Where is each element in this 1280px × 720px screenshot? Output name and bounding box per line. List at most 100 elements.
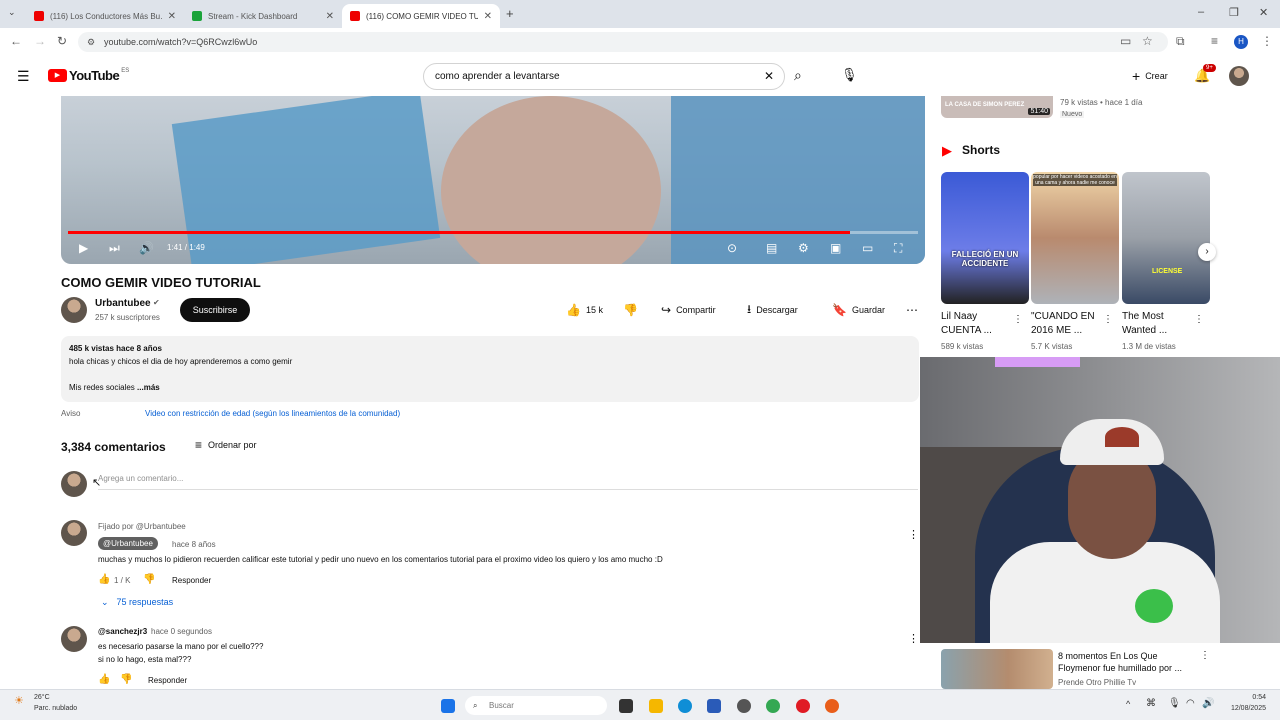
- dislike-button[interactable]: 👎: [623, 298, 638, 322]
- restore-icon[interactable]: ❐: [1229, 6, 1239, 19]
- progress-bar[interactable]: [68, 231, 918, 234]
- channel-avatar[interactable]: [61, 297, 87, 323]
- play-icon[interactable]: ▶: [79, 241, 88, 255]
- sort-button[interactable]: ≡ Ordenar por: [195, 438, 257, 452]
- show-more-link[interactable]: ...más: [137, 383, 160, 392]
- browser-menu-icon[interactable]: ⋮: [1261, 34, 1273, 48]
- task-view-icon[interactable]: [619, 699, 633, 713]
- video-thumbnail[interactable]: LA CASA DE SIMON PEREZ 51:40: [941, 96, 1053, 118]
- minimize-icon[interactable]: –: [1198, 6, 1204, 18]
- search-icon[interactable]: ⌕: [794, 67, 802, 84]
- short-menu-icon[interactable]: ⋮: [1013, 314, 1023, 325]
- add-comment-input[interactable]: Agrega un comentario...: [98, 474, 918, 490]
- commenter-avatar[interactable]: [61, 626, 87, 652]
- short-title[interactable]: The Most Wanted ...: [1122, 310, 1197, 338]
- close-tab-icon[interactable]: ✕: [326, 11, 334, 22]
- cast-icon[interactable]: ▭: [1120, 34, 1131, 48]
- miniplayer-icon[interactable]: ▣: [830, 241, 841, 255]
- bookmark-star-icon[interactable]: ☆: [1142, 34, 1153, 48]
- short-title[interactable]: "CUANDO EN 2016 ME ...: [1031, 310, 1106, 338]
- theater-mode-icon[interactable]: ▭: [862, 241, 873, 255]
- next-icon[interactable]: ⏭: [109, 241, 120, 256]
- short-menu-icon[interactable]: ⋮: [1103, 314, 1113, 325]
- account-avatar[interactable]: [1229, 66, 1249, 86]
- youtube-logo[interactable]: ▶ YouTube ES: [48, 68, 129, 83]
- short-menu-icon[interactable]: ⋮: [1194, 314, 1204, 325]
- video-player[interactable]: ▶ ⏭ 🔊 1:41 / 1:49 ⊙ ▤ ⚙ ▣ ▭ ⛶: [61, 96, 925, 264]
- site-info-icon[interactable]: ⚙: [87, 32, 95, 52]
- subscribe-button[interactable]: Suscribirse: [180, 298, 250, 322]
- profile-avatar[interactable]: H: [1234, 35, 1248, 49]
- shorts-next-icon[interactable]: ›: [1198, 243, 1216, 261]
- windows-start-icon[interactable]: [441, 699, 455, 713]
- back-icon[interactable]: ←: [10, 34, 22, 48]
- commenter-avatar[interactable]: [61, 520, 87, 546]
- short-thumbnail[interactable]: popular por hacer videos acostado en una…: [1031, 172, 1119, 304]
- chrome-icon[interactable]: [766, 699, 780, 713]
- wifi-icon[interactable]: ◠: [1186, 698, 1195, 709]
- like-button[interactable]: 👍 15 k: [566, 298, 603, 322]
- comment-author[interactable]: @sanchezjr3: [98, 627, 147, 636]
- short-thumbnail[interactable]: FALLECIÓ EN UN ACCIDENTE: [941, 172, 1029, 304]
- description-box[interactable]: 485 k vistas hace 8 años hola chicas y c…: [61, 336, 919, 402]
- volume-icon[interactable]: 🔊: [1202, 698, 1214, 709]
- file-explorer-icon[interactable]: [649, 699, 663, 713]
- reply-button[interactable]: Responder: [172, 576, 211, 585]
- new-tab-button[interactable]: +: [506, 6, 514, 21]
- short-title[interactable]: Lil Naay CUENTA ...: [941, 310, 1016, 338]
- search-input[interactable]: como aprender a levantarse: [423, 63, 785, 90]
- extensions-icon[interactable]: ⧉: [1176, 34, 1185, 49]
- channel-name[interactable]: Prende Otro Phillie Tv: [1058, 678, 1136, 687]
- comment-like-icon[interactable]: 👍: [98, 574, 110, 585]
- comment-author[interactable]: @Urbantubee: [98, 537, 158, 550]
- video-menu-icon[interactable]: ⋮: [1200, 650, 1210, 661]
- store-icon[interactable]: [707, 699, 721, 713]
- reading-list-icon[interactable]: ≡: [1211, 34, 1218, 48]
- comment-dislike-icon[interactable]: 👎: [143, 574, 155, 585]
- taskbar-search-input[interactable]: ⌕ Buscar: [465, 696, 607, 715]
- short-thumbnail[interactable]: LICENSE: [1122, 172, 1210, 304]
- opera-icon[interactable]: [796, 699, 810, 713]
- comment-menu-icon[interactable]: ⋮: [908, 528, 919, 541]
- download-button[interactable]: ⭳ Descargar: [747, 298, 798, 322]
- tab-list-chevron-icon[interactable]: ⌄: [8, 7, 16, 18]
- forward-icon[interactable]: →: [34, 34, 46, 48]
- tray-chevron-icon[interactable]: ^: [1126, 699, 1130, 709]
- close-tab-icon[interactable]: ✕: [484, 11, 492, 22]
- weather-icon[interactable]: ☀: [14, 694, 24, 707]
- volume-icon[interactable]: 🔊: [139, 241, 154, 255]
- microphone-icon[interactable]: 🎙: [1168, 698, 1181, 709]
- obs-icon[interactable]: [737, 699, 751, 713]
- comment-dislike-icon[interactable]: 👎: [120, 674, 132, 685]
- edge-icon[interactable]: [678, 699, 692, 713]
- age-restriction-link[interactable]: Video con restricción de edad (según los…: [145, 409, 400, 418]
- browser-tab-2[interactable]: Stream - Kick Dashboard ✕: [184, 4, 342, 28]
- close-tab-icon[interactable]: ✕: [168, 11, 176, 22]
- autoplay-toggle[interactable]: ⊙: [727, 241, 737, 255]
- clock-time[interactable]: 0:54: [1226, 694, 1266, 701]
- menu-icon[interactable]: ☰: [17, 68, 30, 85]
- address-bar[interactable]: ⚙ youtube.com/watch?v=Q6RCwzl6wUo: [78, 32, 1168, 52]
- reply-button[interactable]: Responder: [148, 676, 187, 685]
- show-replies-button[interactable]: ⌄ 75 respuestas: [101, 597, 173, 608]
- video-title-link[interactable]: 8 momentos En Los Que Floymenor fue humi…: [1058, 650, 1198, 674]
- video-thumbnail[interactable]: [941, 649, 1053, 689]
- comment-like-icon[interactable]: 👍: [98, 674, 110, 685]
- settings-icon[interactable]: ⚙: [798, 241, 809, 255]
- reload-icon[interactable]: ↻: [57, 34, 67, 48]
- clock-date[interactable]: 12/08/2025: [1226, 705, 1266, 712]
- firefox-icon[interactable]: [825, 699, 839, 713]
- network-icon[interactable]: ⌘: [1146, 698, 1156, 709]
- clear-search-icon[interactable]: ✕: [764, 69, 774, 83]
- create-button[interactable]: + Crear: [1124, 63, 1176, 89]
- browser-tab-3[interactable]: (116) COMO GEMIR VIDEO TUT… ✕: [342, 4, 500, 28]
- share-button[interactable]: ↪ Compartir: [661, 298, 716, 322]
- subtitles-icon[interactable]: ▤: [766, 241, 777, 255]
- fullscreen-icon[interactable]: ⛶: [894, 241, 902, 256]
- more-actions-icon[interactable]: ⋯: [906, 298, 918, 322]
- channel-name[interactable]: Urbantubee: [95, 298, 151, 309]
- close-window-icon[interactable]: ✕: [1259, 6, 1268, 19]
- microphone-icon[interactable]: 🎙: [841, 67, 858, 83]
- comment-menu-icon[interactable]: ⋮: [908, 632, 919, 645]
- browser-tab-1[interactable]: (116) Los Conductores Más Bu… ✕: [26, 4, 184, 28]
